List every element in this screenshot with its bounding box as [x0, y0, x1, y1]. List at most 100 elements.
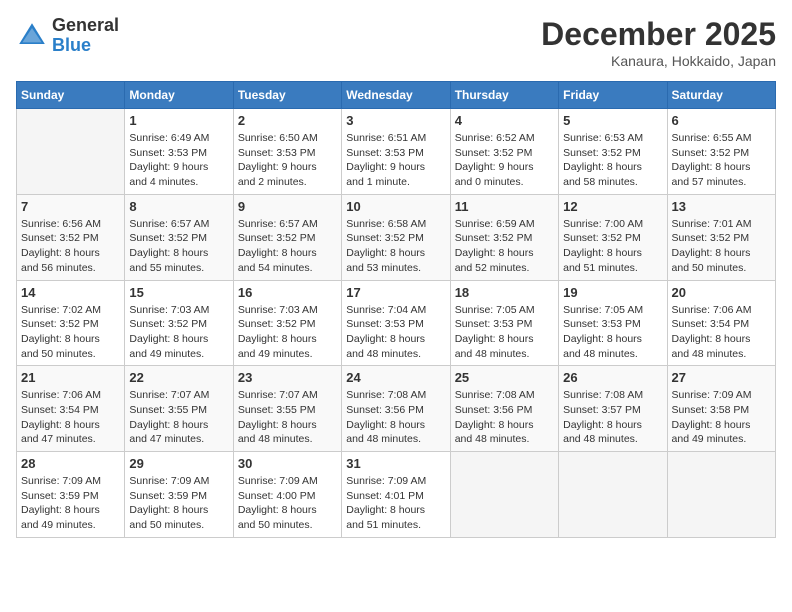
logo-general: General — [52, 16, 119, 36]
day-info: Sunrise: 7:06 AMSunset: 3:54 PMDaylight:… — [672, 303, 771, 362]
calendar-header-cell: Monday — [125, 82, 233, 109]
day-info: Sunrise: 7:06 AMSunset: 3:54 PMDaylight:… — [21, 388, 120, 447]
calendar-cell — [559, 452, 667, 538]
calendar-cell: 30Sunrise: 7:09 AMSunset: 4:00 PMDayligh… — [233, 452, 341, 538]
day-number: 14 — [21, 285, 120, 300]
calendar-cell: 2Sunrise: 6:50 AMSunset: 3:53 PMDaylight… — [233, 109, 341, 195]
day-number: 11 — [455, 199, 554, 214]
day-number: 16 — [238, 285, 337, 300]
day-info: Sunrise: 6:50 AMSunset: 3:53 PMDaylight:… — [238, 131, 337, 190]
calendar-cell: 28 Sunrise: 7:09 AMSunset: 3:59 PMDayligh… — [17, 452, 125, 538]
calendar-cell: 10 Sunrise: 6:58 AMSunset: 3:52 PMDayligh… — [342, 194, 450, 280]
day-info: Sunrise: 6:49 AMSunset: 3:53 PMDaylight:… — [129, 131, 228, 190]
calendar-week-row: 1 Sunrise: 6:49 AMSunset: 3:53 PMDaylight… — [17, 109, 776, 195]
day-number: 18 — [455, 285, 554, 300]
calendar-cell: 18 Sunrise: 7:05 AMSunset: 3:53 PMDayligh… — [450, 280, 558, 366]
day-number: 28 — [21, 456, 120, 471]
calendar-cell: 13Sunrise: 7:01 AMSunset: 3:52 PMDayligh… — [667, 194, 775, 280]
calendar-cell: 4Sunrise: 6:52 AMSunset: 3:52 PMDaylight… — [450, 109, 558, 195]
day-number: 25 — [455, 370, 554, 385]
day-number: 24 — [346, 370, 445, 385]
month-title: December 2025 — [541, 16, 776, 53]
calendar-cell: 29 Sunrise: 7:09 AMSunset: 3:59 PMDayligh… — [125, 452, 233, 538]
day-number: 12 — [563, 199, 662, 214]
calendar-cell — [17, 109, 125, 195]
calendar-cell — [667, 452, 775, 538]
calendar-header-cell: Wednesday — [342, 82, 450, 109]
day-info: Sunrise: 7:07 AMSunset: 3:55 PMDaylight:… — [238, 388, 337, 447]
calendar-cell: 6 Sunrise: 6:55 AMSunset: 3:52 PMDaylight… — [667, 109, 775, 195]
calendar-cell: 23 Sunrise: 7:07 AMSunset: 3:55 PMDayligh… — [233, 366, 341, 452]
day-info: Sunrise: 7:08 AMSunset: 3:56 PMDaylight:… — [346, 388, 445, 447]
calendar-cell: 16 Sunrise: 7:03 AMSunset: 3:52 PMDayligh… — [233, 280, 341, 366]
day-number: 22 — [129, 370, 228, 385]
day-info: Sunrise: 7:00 AMSunset: 3:52 PMDaylight:… — [563, 217, 662, 276]
day-info: Sunrise: 7:01 AMSunset: 3:52 PMDaylight:… — [672, 217, 771, 276]
day-info: Sunrise: 6:53 AMSunset: 3:52 PMDaylight:… — [563, 131, 662, 190]
calendar-cell: 20 Sunrise: 7:06 AMSunset: 3:54 PMDayligh… — [667, 280, 775, 366]
calendar-cell: 31Sunrise: 7:09 AMSunset: 4:01 PMDayligh… — [342, 452, 450, 538]
page-header: General Blue December 2025 Kanaura, Hokk… — [16, 16, 776, 69]
day-info: Sunrise: 7:07 AMSunset: 3:55 PMDaylight:… — [129, 388, 228, 447]
calendar-week-row: 7 Sunrise: 6:56 AMSunset: 3:52 PMDaylight… — [17, 194, 776, 280]
calendar-week-row: 14Sunrise: 7:02 AMSunset: 3:52 PMDayligh… — [17, 280, 776, 366]
day-info: Sunrise: 7:08 AMSunset: 3:56 PMDaylight:… — [455, 388, 554, 447]
day-number: 21 — [21, 370, 120, 385]
calendar-cell: 26 Sunrise: 7:08 AMSunset: 3:57 PMDayligh… — [559, 366, 667, 452]
day-info: Sunrise: 7:09 AMSunset: 4:00 PMDaylight:… — [238, 474, 337, 533]
day-number: 7 — [21, 199, 120, 214]
day-number: 1 — [129, 113, 228, 128]
logo-icon — [16, 20, 48, 52]
calendar-week-row: 28 Sunrise: 7:09 AMSunset: 3:59 PMDayligh… — [17, 452, 776, 538]
calendar-cell: 3 Sunrise: 6:51 AMSunset: 3:53 PMDaylight… — [342, 109, 450, 195]
calendar-body: 1 Sunrise: 6:49 AMSunset: 3:53 PMDaylight… — [17, 109, 776, 538]
day-number: 27 — [672, 370, 771, 385]
calendar-header-cell: Thursday — [450, 82, 558, 109]
day-info: Sunrise: 6:51 AMSunset: 3:53 PMDaylight:… — [346, 131, 445, 190]
calendar-cell: 15 Sunrise: 7:03 AMSunset: 3:52 PMDayligh… — [125, 280, 233, 366]
day-number: 19 — [563, 285, 662, 300]
calendar-cell: 22 Sunrise: 7:07 AMSunset: 3:55 PMDayligh… — [125, 366, 233, 452]
calendar-header-cell: Sunday — [17, 82, 125, 109]
calendar-cell: 17 Sunrise: 7:04 AMSunset: 3:53 PMDayligh… — [342, 280, 450, 366]
day-number: 23 — [238, 370, 337, 385]
day-number: 17 — [346, 285, 445, 300]
day-info: Sunrise: 6:55 AMSunset: 3:52 PMDaylight:… — [672, 131, 771, 190]
day-number: 6 — [672, 113, 771, 128]
calendar-cell: 1 Sunrise: 6:49 AMSunset: 3:53 PMDaylight… — [125, 109, 233, 195]
calendar-header-cell: Saturday — [667, 82, 775, 109]
day-info: Sunrise: 7:04 AMSunset: 3:53 PMDaylight:… — [346, 303, 445, 362]
calendar-cell: 8Sunrise: 6:57 AMSunset: 3:52 PMDaylight… — [125, 194, 233, 280]
day-number: 29 — [129, 456, 228, 471]
day-number: 31 — [346, 456, 445, 471]
calendar-cell: 7 Sunrise: 6:56 AMSunset: 3:52 PMDaylight… — [17, 194, 125, 280]
day-info: Sunrise: 6:59 AMSunset: 3:52 PMDaylight:… — [455, 217, 554, 276]
day-info: Sunrise: 7:08 AMSunset: 3:57 PMDaylight:… — [563, 388, 662, 447]
day-number: 26 — [563, 370, 662, 385]
day-info: Sunrise: 6:58 AMSunset: 3:52 PMDaylight:… — [346, 217, 445, 276]
day-info: Sunrise: 7:09 AMSunset: 3:59 PMDaylight:… — [21, 474, 120, 533]
title-block: December 2025 Kanaura, Hokkaido, Japan — [541, 16, 776, 69]
day-number: 20 — [672, 285, 771, 300]
calendar-cell: 12 Sunrise: 7:00 AMSunset: 3:52 PMDayligh… — [559, 194, 667, 280]
calendar-cell: 21 Sunrise: 7:06 AMSunset: 3:54 PMDayligh… — [17, 366, 125, 452]
day-number: 15 — [129, 285, 228, 300]
calendar-week-row: 21 Sunrise: 7:06 AMSunset: 3:54 PMDayligh… — [17, 366, 776, 452]
day-info: Sunrise: 7:03 AMSunset: 3:52 PMDaylight:… — [238, 303, 337, 362]
day-number: 4 — [455, 113, 554, 128]
day-number: 8 — [129, 199, 228, 214]
calendar-cell: 19Sunrise: 7:05 AMSunset: 3:53 PMDayligh… — [559, 280, 667, 366]
logo: General Blue — [16, 16, 119, 56]
day-info: Sunrise: 7:09 AMSunset: 3:58 PMDaylight:… — [672, 388, 771, 447]
calendar-cell: 24 Sunrise: 7:08 AMSunset: 3:56 PMDayligh… — [342, 366, 450, 452]
location: Kanaura, Hokkaido, Japan — [541, 53, 776, 69]
calendar-cell: 27 Sunrise: 7:09 AMSunset: 3:58 PMDayligh… — [667, 366, 775, 452]
day-info: Sunrise: 6:56 AMSunset: 3:52 PMDaylight:… — [21, 217, 120, 276]
calendar-header-row: SundayMondayTuesdayWednesdayThursdayFrid… — [17, 82, 776, 109]
day-info: Sunrise: 7:03 AMSunset: 3:52 PMDaylight:… — [129, 303, 228, 362]
calendar-cell: 25 Sunrise: 7:08 AMSunset: 3:56 PMDayligh… — [450, 366, 558, 452]
day-number: 3 — [346, 113, 445, 128]
day-number: 10 — [346, 199, 445, 214]
day-info: Sunrise: 7:09 AMSunset: 3:59 PMDaylight:… — [129, 474, 228, 533]
day-info: Sunrise: 7:05 AMSunset: 3:53 PMDaylight:… — [455, 303, 554, 362]
